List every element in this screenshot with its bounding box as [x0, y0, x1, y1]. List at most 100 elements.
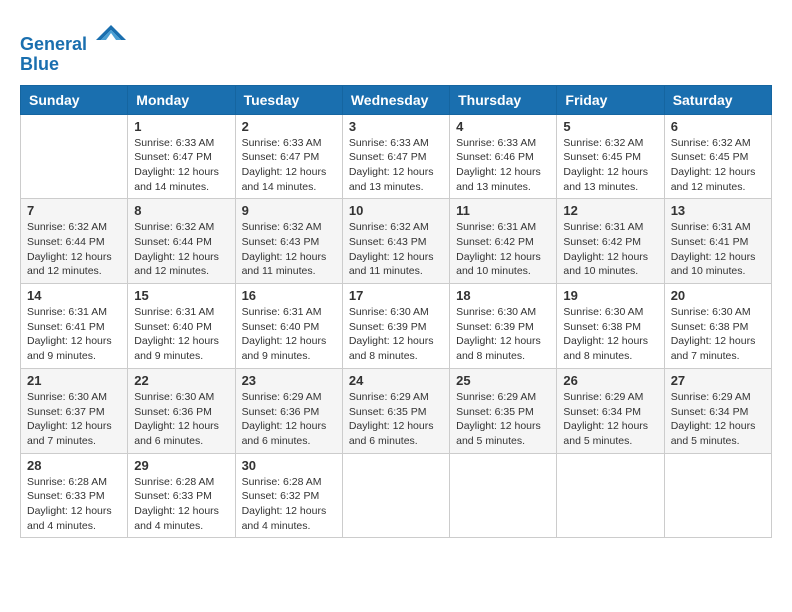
- day-number: 11: [456, 203, 550, 218]
- day-info: Sunrise: 6:32 AM Sunset: 6:44 PM Dayligh…: [27, 220, 121, 279]
- calendar-cell: [450, 453, 557, 538]
- weekday-header-thursday: Thursday: [450, 85, 557, 114]
- day-number: 29: [134, 458, 228, 473]
- day-info: Sunrise: 6:33 AM Sunset: 6:47 PM Dayligh…: [134, 136, 228, 195]
- calendar-week-5: 28 Sunrise: 6:28 AM Sunset: 6:33 PM Dayli…: [21, 453, 772, 538]
- calendar-cell: 11Sunrise: 6:31 AM Sunset: 6:42 PM Dayli…: [450, 199, 557, 284]
- logo-general: General: [20, 34, 87, 54]
- day-info: Sunrise: 6:32 AM Sunset: 6:43 PM Dayligh…: [242, 220, 336, 279]
- logo-text: General: [20, 20, 126, 55]
- day-info: Sunrise: 6:29 AM Sunset: 6:36 PM Dayligh…: [242, 390, 336, 449]
- calendar-cell: 23 Sunrise: 6:29 AM Sunset: 6:36 PM Dayli…: [235, 368, 342, 453]
- day-info: Sunrise: 6:32 AM Sunset: 6:45 PM Dayligh…: [671, 136, 765, 195]
- weekday-header-tuesday: Tuesday: [235, 85, 342, 114]
- day-number: 6: [671, 119, 765, 134]
- day-info: Sunrise: 6:28 AM Sunset: 6:33 PM Dayligh…: [27, 475, 121, 534]
- calendar-week-3: 14Sunrise: 6:31 AM Sunset: 6:41 PM Dayli…: [21, 284, 772, 369]
- day-number: 14: [27, 288, 121, 303]
- day-number: 1: [134, 119, 228, 134]
- calendar-cell: 19 Sunrise: 6:30 AM Sunset: 6:38 PM Dayli…: [557, 284, 664, 369]
- weekday-header-friday: Friday: [557, 85, 664, 114]
- calendar-cell: 6 Sunrise: 6:32 AM Sunset: 6:45 PM Daylig…: [664, 114, 771, 199]
- calendar-cell: 16 Sunrise: 6:31 AM Sunset: 6:40 PM Dayli…: [235, 284, 342, 369]
- calendar-cell: 26 Sunrise: 6:29 AM Sunset: 6:34 PM Dayli…: [557, 368, 664, 453]
- calendar-cell: 1 Sunrise: 6:33 AM Sunset: 6:47 PM Daylig…: [128, 114, 235, 199]
- calendar-cell: 15 Sunrise: 6:31 AM Sunset: 6:40 PM Dayli…: [128, 284, 235, 369]
- calendar-cell: 5 Sunrise: 6:32 AM Sunset: 6:45 PM Daylig…: [557, 114, 664, 199]
- weekday-header-sunday: Sunday: [21, 85, 128, 114]
- day-info: Sunrise: 6:32 AM Sunset: 6:43 PM Dayligh…: [349, 220, 443, 279]
- calendar-cell: 29Sunrise: 6:28 AM Sunset: 6:33 PM Dayli…: [128, 453, 235, 538]
- calendar-cell: 7 Sunrise: 6:32 AM Sunset: 6:44 PM Daylig…: [21, 199, 128, 284]
- day-number: 30: [242, 458, 336, 473]
- calendar-table: SundayMondayTuesdayWednesdayThursdayFrid…: [20, 85, 772, 539]
- calendar-cell: 17 Sunrise: 6:30 AM Sunset: 6:39 PM Dayli…: [342, 284, 449, 369]
- calendar-cell: 3Sunrise: 6:33 AM Sunset: 6:47 PM Daylig…: [342, 114, 449, 199]
- day-info: Sunrise: 6:32 AM Sunset: 6:44 PM Dayligh…: [134, 220, 228, 279]
- calendar-cell: 18Sunrise: 6:30 AM Sunset: 6:39 PM Dayli…: [450, 284, 557, 369]
- day-info: Sunrise: 6:32 AM Sunset: 6:45 PM Dayligh…: [563, 136, 657, 195]
- calendar-week-1: 1 Sunrise: 6:33 AM Sunset: 6:47 PM Daylig…: [21, 114, 772, 199]
- weekday-header-saturday: Saturday: [664, 85, 771, 114]
- day-info: Sunrise: 6:29 AM Sunset: 6:34 PM Dayligh…: [563, 390, 657, 449]
- day-info: Sunrise: 6:31 AM Sunset: 6:40 PM Dayligh…: [134, 305, 228, 364]
- day-number: 2: [242, 119, 336, 134]
- calendar-cell: 30 Sunrise: 6:28 AM Sunset: 6:32 PM Dayli…: [235, 453, 342, 538]
- day-number: 13: [671, 203, 765, 218]
- day-number: 21: [27, 373, 121, 388]
- day-info: Sunrise: 6:30 AM Sunset: 6:38 PM Dayligh…: [563, 305, 657, 364]
- day-info: Sunrise: 6:31 AM Sunset: 6:40 PM Dayligh…: [242, 305, 336, 364]
- day-number: 19: [563, 288, 657, 303]
- day-info: Sunrise: 6:29 AM Sunset: 6:35 PM Dayligh…: [456, 390, 550, 449]
- calendar-cell: 10 Sunrise: 6:32 AM Sunset: 6:43 PM Dayli…: [342, 199, 449, 284]
- calendar-cell: 4 Sunrise: 6:33 AM Sunset: 6:46 PM Daylig…: [450, 114, 557, 199]
- day-number: 23: [242, 373, 336, 388]
- day-info: Sunrise: 6:30 AM Sunset: 6:36 PM Dayligh…: [134, 390, 228, 449]
- calendar-cell: 21 Sunrise: 6:30 AM Sunset: 6:37 PM Dayli…: [21, 368, 128, 453]
- day-number: 9: [242, 203, 336, 218]
- calendar-cell: [342, 453, 449, 538]
- day-number: 8: [134, 203, 228, 218]
- day-info: Sunrise: 6:30 AM Sunset: 6:37 PM Dayligh…: [27, 390, 121, 449]
- day-info: Sunrise: 6:31 AM Sunset: 6:41 PM Dayligh…: [671, 220, 765, 279]
- day-number: 7: [27, 203, 121, 218]
- day-info: Sunrise: 6:33 AM Sunset: 6:46 PM Dayligh…: [456, 136, 550, 195]
- day-number: 26: [563, 373, 657, 388]
- calendar-cell: [21, 114, 128, 199]
- calendar-cell: 2Sunrise: 6:33 AM Sunset: 6:47 PM Daylig…: [235, 114, 342, 199]
- calendar-cell: 25 Sunrise: 6:29 AM Sunset: 6:35 PM Dayli…: [450, 368, 557, 453]
- day-number: 20: [671, 288, 765, 303]
- calendar-cell: 13 Sunrise: 6:31 AM Sunset: 6:41 PM Dayli…: [664, 199, 771, 284]
- calendar-cell: 22 Sunrise: 6:30 AM Sunset: 6:36 PM Dayli…: [128, 368, 235, 453]
- day-info: Sunrise: 6:31 AM Sunset: 6:42 PM Dayligh…: [563, 220, 657, 279]
- day-number: 17: [349, 288, 443, 303]
- day-number: 5: [563, 119, 657, 134]
- day-number: 27: [671, 373, 765, 388]
- calendar-header: SundayMondayTuesdayWednesdayThursdayFrid…: [21, 85, 772, 114]
- day-number: 28: [27, 458, 121, 473]
- day-number: 25: [456, 373, 550, 388]
- calendar-week-2: 7 Sunrise: 6:32 AM Sunset: 6:44 PM Daylig…: [21, 199, 772, 284]
- day-number: 3: [349, 119, 443, 134]
- calendar-cell: 14Sunrise: 6:31 AM Sunset: 6:41 PM Dayli…: [21, 284, 128, 369]
- day-info: Sunrise: 6:29 AM Sunset: 6:35 PM Dayligh…: [349, 390, 443, 449]
- calendar-cell: 28 Sunrise: 6:28 AM Sunset: 6:33 PM Dayli…: [21, 453, 128, 538]
- day-number: 16: [242, 288, 336, 303]
- calendar-week-4: 21 Sunrise: 6:30 AM Sunset: 6:37 PM Dayli…: [21, 368, 772, 453]
- day-number: 4: [456, 119, 550, 134]
- day-number: 10: [349, 203, 443, 218]
- day-info: Sunrise: 6:30 AM Sunset: 6:39 PM Dayligh…: [349, 305, 443, 364]
- day-number: 22: [134, 373, 228, 388]
- day-number: 15: [134, 288, 228, 303]
- day-info: Sunrise: 6:29 AM Sunset: 6:34 PM Dayligh…: [671, 390, 765, 449]
- calendar-cell: 27 Sunrise: 6:29 AM Sunset: 6:34 PM Dayli…: [664, 368, 771, 453]
- day-number: 24: [349, 373, 443, 388]
- day-info: Sunrise: 6:28 AM Sunset: 6:32 PM Dayligh…: [242, 475, 336, 534]
- weekday-header-monday: Monday: [128, 85, 235, 114]
- logo-blue: Blue: [20, 55, 126, 75]
- day-number: 18: [456, 288, 550, 303]
- logo: General Blue: [20, 20, 126, 75]
- calendar-cell: [664, 453, 771, 538]
- logo-icon: [96, 20, 126, 50]
- weekday-header-wednesday: Wednesday: [342, 85, 449, 114]
